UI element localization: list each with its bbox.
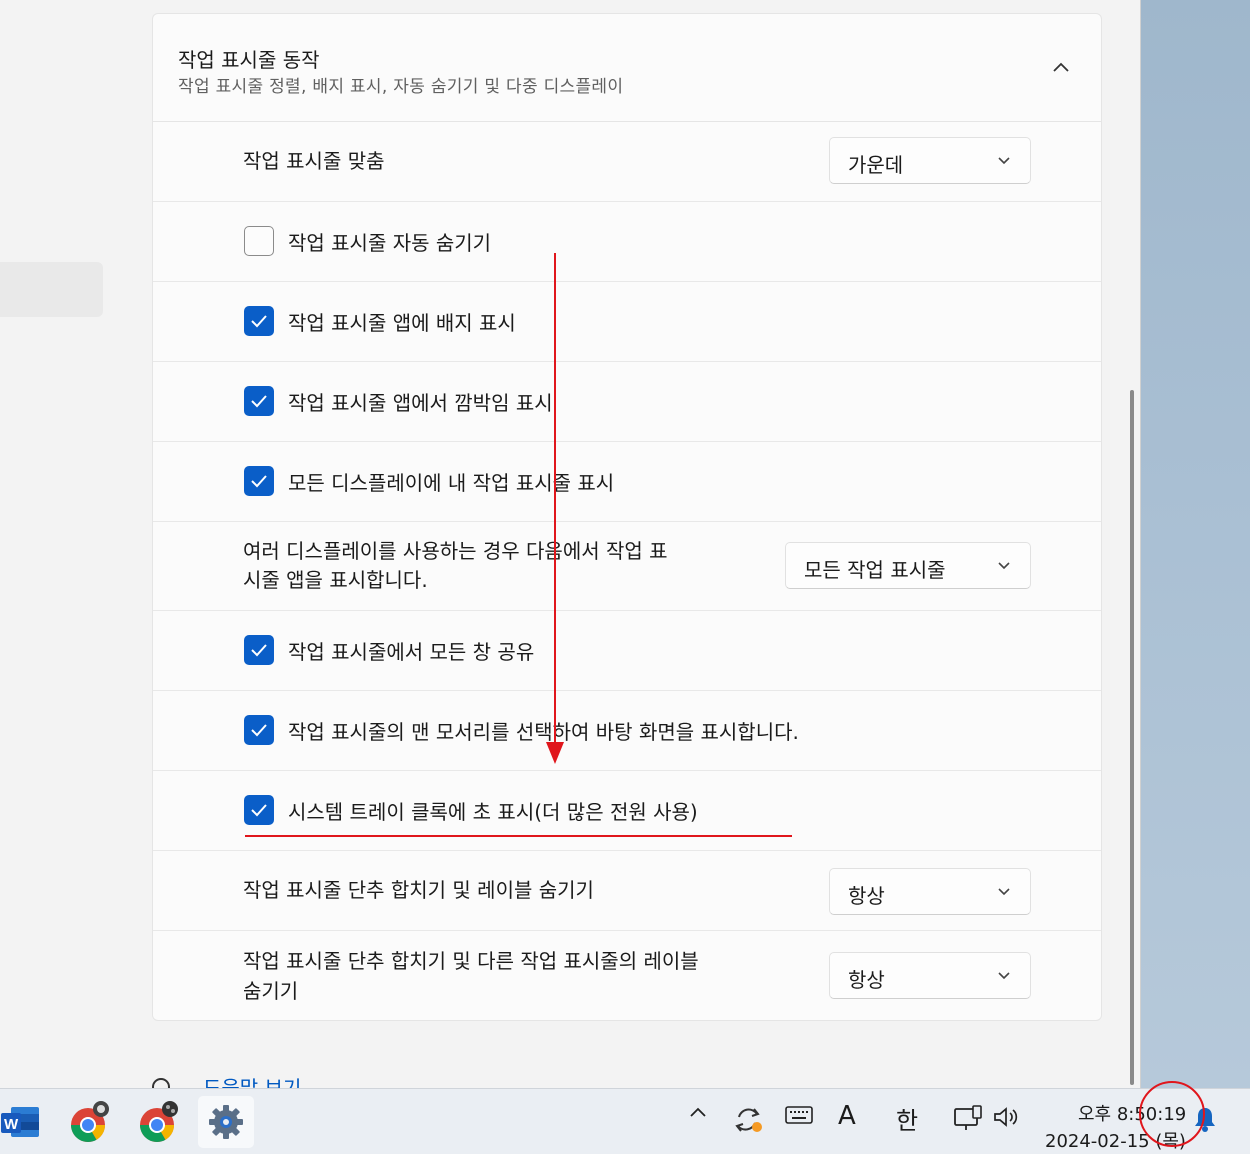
combine-other-value: 항상 [848,968,885,992]
multi-display-label-line2: 시줄 앱을 표시합니다. [243,568,428,592]
taskbar-app-settings[interactable] [198,1096,254,1148]
setting-row-multi-display-apps: 여러 디스플레이를 사용하는 경우 다음에서 작업 표 시줄 앱을 표시합니다.… [153,521,1101,611]
flashing-label: 작업 표시줄 앱에서 깜박임 표시 [288,391,553,415]
help-icon [152,1078,170,1088]
word-icon: W [1,1107,39,1137]
alignment-label: 작업 표시줄 맞춤 [243,149,385,173]
desktop-wallpaper [1140,0,1250,1088]
chrome-icon [140,1101,178,1142]
show-hidden-icons-button[interactable] [688,1105,708,1119]
setting-row-badges: 작업 표시줄 앱에 배지 표시 [153,281,1101,362]
combine-buttons-value: 항상 [848,884,885,908]
checkmark-icon [251,724,267,737]
checkmark-icon [251,395,267,408]
volume-tray-icon[interactable] [992,1105,1022,1129]
chevron-down-icon [998,888,1010,896]
far-corner-checkbox[interactable] [244,715,274,745]
auto-hide-label: 작업 표시줄 자동 숨기기 [288,231,492,255]
taskbar-app-chrome-2[interactable] [135,1099,181,1145]
badges-checkbox[interactable] [244,306,274,336]
multi-display-dropdown[interactable]: 모든 작업 표시줄 [785,542,1031,589]
share-windows-label: 작업 표시줄에서 모든 창 공유 [288,640,535,664]
card-header[interactable]: 작업 표시줄 동작 작업 표시줄 정렬, 배지 표시, 자동 숨기기 및 다중 … [153,14,1101,122]
section-subtitle: 작업 표시줄 정렬, 배지 표시, 자동 숨기기 및 다중 디스플레이 [178,77,624,97]
far-corner-label: 작업 표시줄의 맨 모서리를 선택하여 바탕 화면을 표시합니다. [288,720,799,744]
section-title: 작업 표시줄 동작 [178,48,320,72]
combine-other-label-line2: 숨기기 [243,979,299,1003]
scrollbar[interactable] [1130,390,1134,1085]
flashing-checkbox[interactable] [244,386,274,416]
clock-time[interactable]: 오후 8:50:19 [1078,1100,1186,1126]
setting-row-share-windows: 작업 표시줄에서 모든 창 공유 [153,610,1101,691]
setting-row-flashing: 작업 표시줄 앱에서 깜박임 표시 [153,361,1101,442]
svg-text:W: W [4,1116,19,1133]
network-tray-icon[interactable] [953,1105,983,1133]
touch-keyboard-button[interactable] [785,1105,813,1125]
settings-window: 작업 표시줄 동작 작업 표시줄 정렬, 배지 표시, 자동 숨기기 및 다중 … [0,0,1141,1088]
chevron-up-icon[interactable] [1050,56,1072,78]
setting-row-combine-buttons: 작업 표시줄 단추 합치기 및 레이블 숨기기 항상 [153,850,1101,931]
ime-language-indicator[interactable]: 한 [896,1101,918,1136]
chevron-down-icon [998,562,1010,570]
bell-icon [1195,1108,1215,1132]
combine-other-label-line1: 작업 표시줄 단추 합치기 및 다른 작업 표시줄의 레이블 [243,949,699,973]
checkmark-icon [251,804,267,817]
setting-row-seconds-clock: 시스템 트레이 클록에 초 표시(더 많은 전원 사용) [153,770,1101,851]
taskbar-behaviors-card: 작업 표시줄 동작 작업 표시줄 정렬, 배지 표시, 자동 숨기기 및 다중 … [152,13,1102,1021]
chevron-up-icon [690,1107,706,1117]
checkmark-icon [251,315,267,328]
seconds-clock-label: 시스템 트레이 클록에 초 표시(더 많은 전원 사용) [288,800,698,824]
multi-display-value: 모든 작업 표시줄 [804,558,946,582]
taskbar-app-word[interactable]: W [0,1099,40,1145]
combine-other-dropdown[interactable]: 항상 [829,952,1031,999]
checkmark-icon [251,644,267,657]
keyboard-icon [785,1106,813,1124]
help-link-text: 도움말 보기 [203,1076,302,1088]
sync-icon [735,1108,762,1132]
chevron-down-icon [998,157,1010,165]
all-displays-checkbox[interactable] [244,466,274,496]
alignment-dropdown[interactable]: 가운데 [829,137,1031,184]
volume-icon [994,1107,1018,1127]
alignment-value: 가운데 [848,153,904,177]
chrome-icon [71,1101,109,1142]
checkmark-icon [251,475,267,488]
combine-buttons-label: 작업 표시줄 단추 합치기 및 레이블 숨기기 [243,878,594,902]
setting-row-auto-hide: 작업 표시줄 자동 숨기기 [153,201,1101,282]
auto-hide-checkbox[interactable] [244,226,274,256]
clock-date[interactable]: 2024-02-15 (목) [1045,1127,1186,1153]
settings-icon [209,1105,243,1139]
setting-row-combine-other: 작업 표시줄 단추 합치기 및 다른 작업 표시줄의 레이블 숨기기 항상 [153,930,1101,1020]
notification-button[interactable] [1192,1105,1218,1133]
combine-buttons-dropdown[interactable]: 항상 [829,868,1031,915]
ime-mode-indicator[interactable]: A [838,1101,856,1131]
taskbar-app-chrome-1[interactable] [66,1099,112,1145]
badges-label: 작업 표시줄 앱에 배지 표시 [288,311,516,335]
setting-row-alignment: 작업 표시줄 맞춤 가운데 [153,121,1101,202]
seconds-clock-checkbox[interactable] [244,795,274,825]
multi-display-label-line1: 여러 디스플레이를 사용하는 경우 다음에서 작업 표 [243,539,668,563]
share-windows-checkbox[interactable] [244,635,274,665]
setting-row-all-displays: 모든 디스플레이에 내 작업 표시줄 표시 [153,441,1101,522]
setting-row-far-corner: 작업 표시줄의 맨 모서리를 선택하여 바탕 화면을 표시합니다. [153,690,1101,771]
network-icon [954,1105,982,1130]
nav-selected-item[interactable] [0,262,103,317]
chevron-down-icon [998,972,1010,980]
sync-tray-icon[interactable] [733,1105,765,1135]
all-displays-label: 모든 디스플레이에 내 작업 표시줄 표시 [288,471,615,495]
